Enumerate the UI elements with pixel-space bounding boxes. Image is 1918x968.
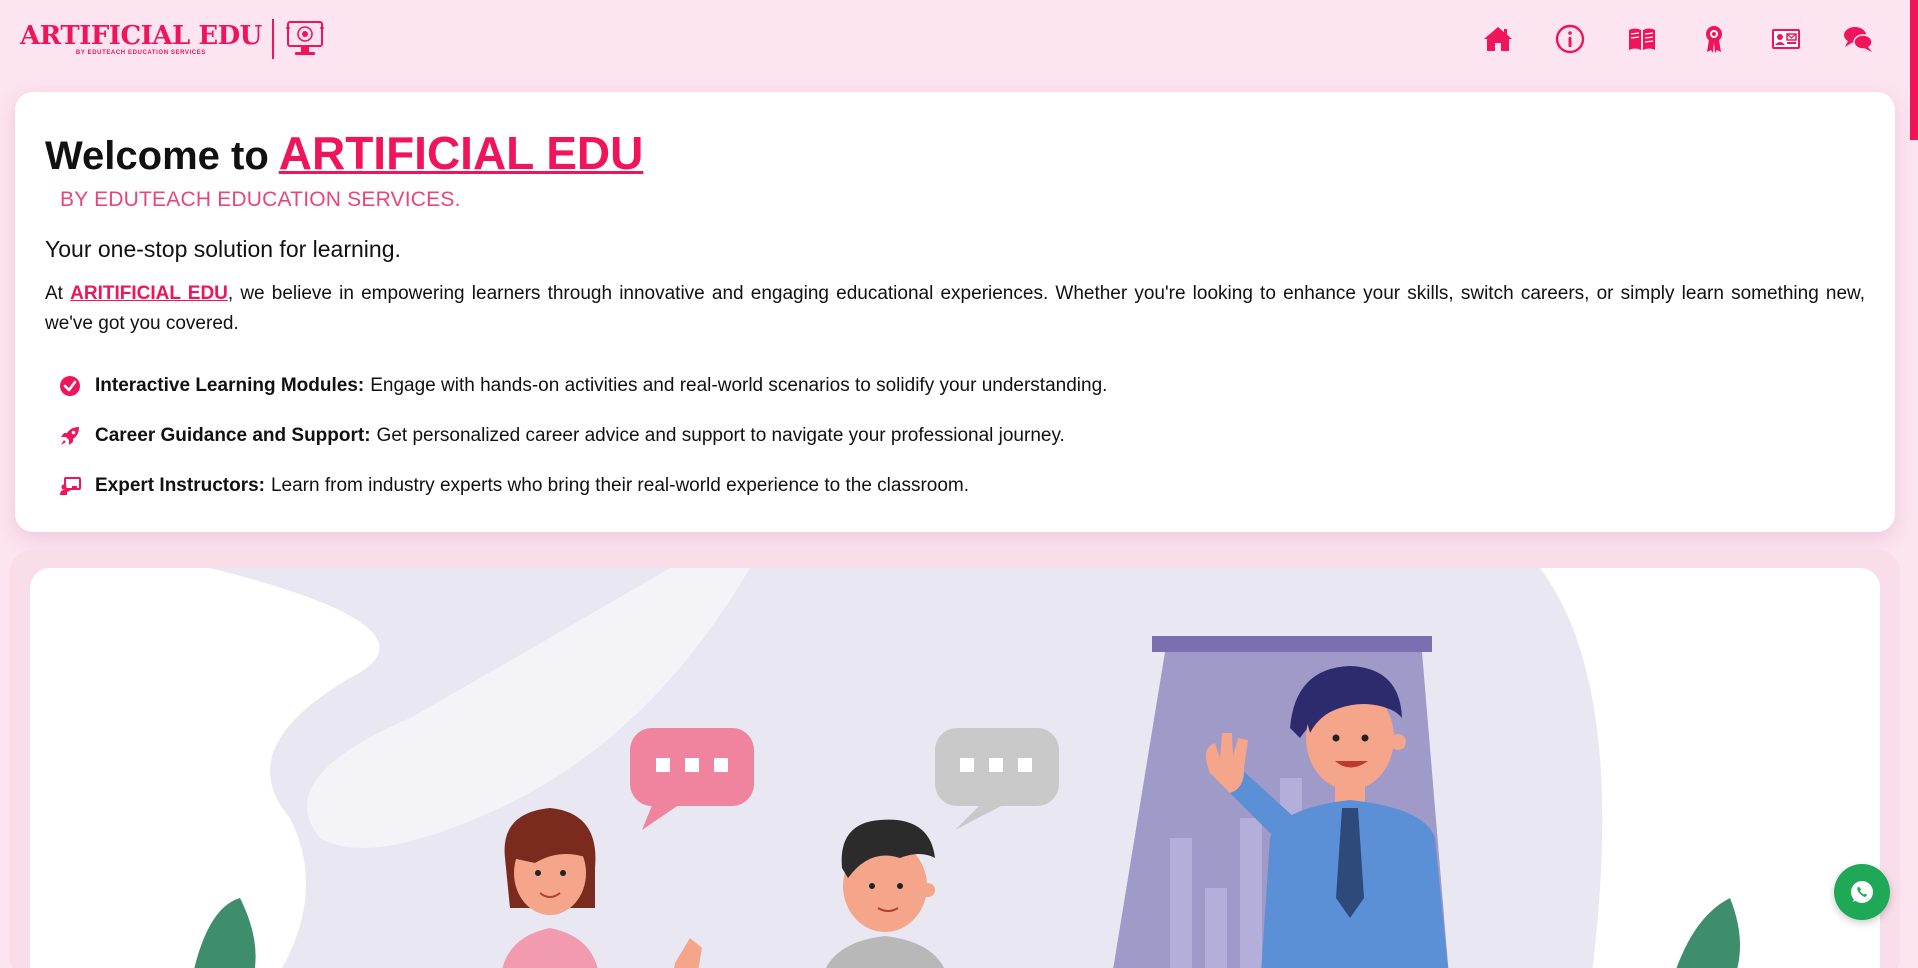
main-nav bbox=[1482, 23, 1874, 55]
classroom-illustration bbox=[30, 568, 1880, 968]
intro-brand-link[interactable]: ARITIFICIAL EDU bbox=[70, 283, 228, 304]
whatsapp-icon bbox=[1851, 881, 1873, 903]
intro-after: , we believe in empowering learners thro… bbox=[45, 283, 1866, 334]
check-circle-icon bbox=[59, 375, 81, 397]
chalkboard-teacher-icon bbox=[59, 475, 81, 497]
feature-list: Interactive Learning Modules: Engage wit… bbox=[59, 361, 1865, 511]
rocket-icon bbox=[59, 425, 81, 447]
chat-icon[interactable] bbox=[1842, 23, 1874, 55]
scrollbar-track[interactable] bbox=[1910, 0, 1918, 968]
logo-text: ARTIFICIAL EDU BY EDUTEACH EDUCATION SER… bbox=[20, 22, 262, 56]
feature-title: Expert Instructors: bbox=[95, 475, 265, 496]
title-prefix: Welcome to bbox=[45, 134, 269, 178]
feature-item: Expert Instructors: Learn from industry … bbox=[59, 461, 1865, 511]
contact-card-icon[interactable] bbox=[1770, 23, 1802, 55]
welcome-card: Welcome to ARTIFICIAL EDU BY EDUTEACH ED… bbox=[15, 92, 1895, 532]
top-navbar: ARTIFICIAL EDU BY EDUTEACH EDUCATION SER… bbox=[0, 0, 1900, 78]
info-icon[interactable] bbox=[1554, 23, 1586, 55]
feature-title: Interactive Learning Modules: bbox=[95, 375, 365, 396]
feature-item: Interactive Learning Modules: Engage wit… bbox=[59, 361, 1865, 411]
book-icon[interactable] bbox=[1626, 23, 1658, 55]
site-logo[interactable]: ARTIFICIAL EDU BY EDUTEACH EDUCATION SER… bbox=[20, 18, 326, 60]
title-brand-link[interactable]: ARTIFICIAL EDU bbox=[279, 126, 644, 180]
feature-text: Engage with hands-on activities and real… bbox=[370, 375, 1108, 396]
logo-title: ARTIFICIAL EDU bbox=[20, 21, 262, 51]
illustration-svg bbox=[194, 568, 1740, 968]
logo-subtitle: BY EDUTEACH EDUCATION SERVICES bbox=[75, 50, 206, 56]
home-icon[interactable] bbox=[1482, 23, 1514, 55]
award-icon[interactable] bbox=[1698, 23, 1730, 55]
logo-divider bbox=[271, 19, 274, 59]
scrollbar-thumb[interactable] bbox=[1910, 0, 1918, 140]
byline: BY EDUTEACH EDUCATION SERVICES. bbox=[60, 188, 461, 211]
intro-paragraph: At ARITIFICIAL EDU, we believe in empowe… bbox=[45, 279, 1865, 339]
whatsapp-button[interactable] bbox=[1834, 864, 1890, 920]
feature-title: Career Guidance and Support: bbox=[95, 425, 371, 446]
intro-before: At bbox=[45, 283, 71, 304]
feature-text: Learn from industry experts who bring th… bbox=[270, 475, 970, 496]
tagline: Your one-stop solution for learning. bbox=[45, 236, 401, 262]
monitor-logo-icon bbox=[285, 21, 324, 55]
feature-text: Get personalized career advice and suppo… bbox=[376, 425, 1065, 446]
page-title: Welcome to ARTIFICIAL EDU bbox=[45, 126, 1865, 180]
feature-item: Career Guidance and Support: Get persona… bbox=[59, 411, 1865, 461]
